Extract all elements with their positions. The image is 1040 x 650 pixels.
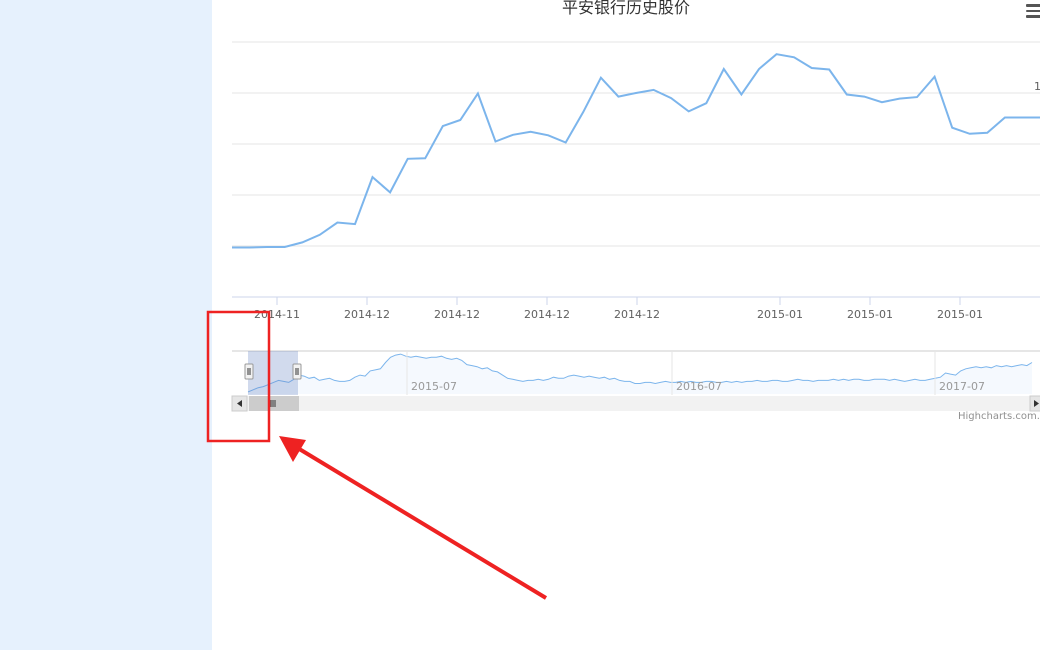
grid-lines (232, 41, 1040, 247)
navigator-selected-range (248, 351, 298, 395)
x-axis-tick-label: 2014-12 (344, 308, 390, 321)
x-axis-ticks: 2014-11 2014-12 2014-12 2014-12 2014-12 2015-… (254, 297, 983, 321)
stock-chart: 2014-11 2014-12 2014-12 2014-12 2014-12 2015-… (231, 41, 1040, 412)
navigator-left-handle[interactable] (244, 363, 254, 380)
x-axis-tick-label: 2014-11 (254, 308, 300, 321)
x-axis-tick-label: 2014-12 (614, 308, 660, 321)
navigator-right-handle[interactable] (292, 363, 302, 380)
scrollbar[interactable] (231, 395, 1040, 412)
x-axis-tick-label: 2015-01 (937, 308, 983, 321)
price-series-line (232, 53, 1040, 249)
x-axis-tick-label: 2014-12 (524, 308, 570, 321)
navigator-tick-label: 2017-07 (939, 380, 985, 393)
x-axis-tick-label: 2014-12 (434, 308, 480, 321)
left-sidebar (0, 0, 212, 650)
navigator-tick-label: 2016-07 (676, 380, 722, 393)
navigator-tick-label: 2015-07 (411, 380, 457, 393)
chart-container: 平安银行历史股价 1 2014-11 2014-12 2014-12 2014-12 2… (212, 0, 1040, 650)
navigator[interactable]: 2015-07 2016-07 2017-07 (232, 350, 1040, 395)
x-axis-tick-label: 2015-01 (757, 308, 803, 321)
scrollbar-thumb (249, 396, 299, 411)
highcharts-credits[interactable]: Highcharts.com.c (958, 411, 1040, 422)
x-axis-tick-label: 2015-01 (847, 308, 893, 321)
scrollbar-track (232, 396, 1040, 411)
